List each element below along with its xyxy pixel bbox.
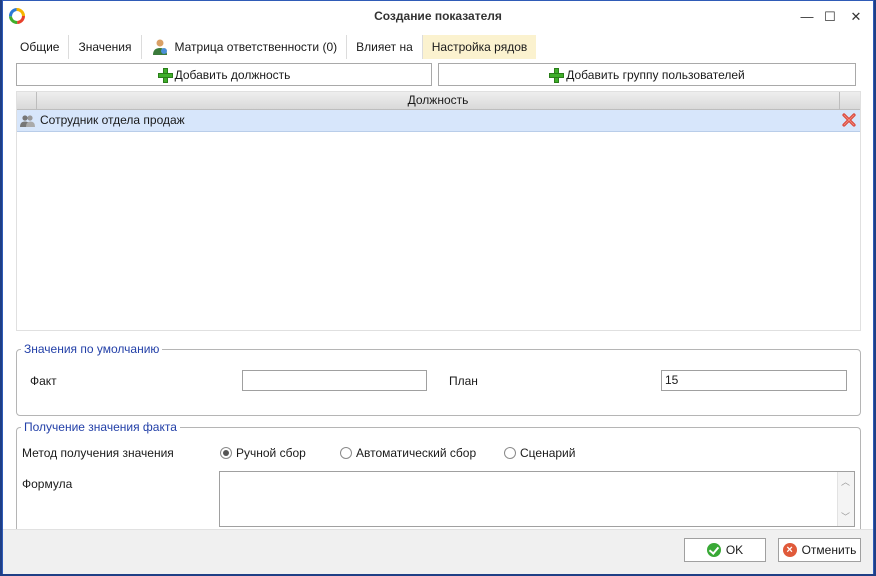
formula-input[interactable]: ︿ ﹀ [219, 471, 855, 527]
scroll-down-icon[interactable]: ﹀ [841, 510, 850, 523]
tab-label: Общие [20, 40, 60, 54]
grid-header: Должность [17, 92, 860, 110]
scroll-up-icon[interactable]: ︿ [841, 475, 850, 488]
tab-affects[interactable]: Влияет на [347, 35, 423, 59]
table-row[interactable]: Сотрудник отдела продаж [17, 110, 860, 132]
tab-general[interactable]: Общие [11, 35, 70, 59]
radio-indicator [220, 447, 232, 459]
button-label: Отменить [801, 543, 857, 557]
title-bar: Создание показателя — ☐ ✕ [3, 1, 873, 33]
radio-label: Сценарий [520, 446, 576, 460]
dialog-footer: OK × Отменить [3, 529, 873, 574]
delete-icon[interactable] [841, 112, 857, 128]
minimize-button[interactable]: — [797, 8, 817, 26]
add-position-button[interactable]: Добавить должность [16, 63, 432, 86]
formula-scrollbar[interactable]: ︿ ﹀ [837, 472, 854, 526]
group-legend: Получение значения факта [21, 420, 180, 434]
grid-toolbar: Добавить должность Добавить группу польз… [16, 63, 861, 87]
maximize-button[interactable]: ☐ [820, 8, 840, 26]
tab-values[interactable]: Значения [69, 35, 142, 59]
button-label: Добавить группу пользователей [566, 67, 745, 82]
cancel-icon: × [782, 543, 797, 557]
group-icon [20, 115, 35, 127]
radio-automatic[interactable]: Автоматический сбор [340, 446, 476, 460]
add-user-group-button[interactable]: Добавить группу пользователей [438, 63, 856, 86]
radio-label: Автоматический сбор [356, 446, 477, 460]
grid-header-actions [839, 92, 860, 109]
grid-header-indicator [17, 92, 37, 109]
fact-label: Факт [30, 374, 57, 388]
fact-input[interactable] [242, 370, 427, 391]
close-button[interactable]: ✕ [846, 8, 866, 26]
cancel-button[interactable]: × Отменить [778, 538, 861, 562]
tab-label: Значения [78, 40, 132, 54]
method-label: Метод получения значения [22, 446, 174, 460]
radio-label: Ручной сбор [236, 446, 306, 460]
column-header-position[interactable]: Должность [37, 92, 839, 109]
tab-strip: Общие Значения Матрица ответственности (… [11, 35, 537, 59]
plan-label: План [449, 374, 478, 388]
plus-icon [549, 67, 565, 83]
tab-label: Матрица ответственности (0) [174, 40, 338, 54]
dialog-window: Создание показателя — ☐ ✕ Общие Значения… [2, 0, 874, 574]
fact-source-group: Получение значения факта Метод получения… [16, 420, 861, 533]
tab-responsibility-matrix[interactable]: Матрица ответственности (0) [142, 35, 348, 59]
tab-label: Настройка рядов [431, 40, 528, 54]
button-label: OK [725, 543, 744, 557]
radio-indicator [504, 447, 516, 459]
radio-script[interactable]: Сценарий [504, 446, 575, 460]
plus-icon [157, 67, 173, 83]
ok-button[interactable]: OK [684, 538, 766, 562]
tab-label: Влияет на [356, 40, 413, 54]
users-icon [152, 39, 167, 55]
radio-indicator [340, 447, 352, 459]
row-label: Сотрудник отдела продаж [40, 113, 185, 127]
tab-series-settings[interactable]: Настройка рядов [422, 35, 537, 59]
group-legend: Значения по умолчанию [21, 342, 163, 356]
window-title: Создание показателя [374, 9, 502, 23]
radio-manual[interactable]: Ручной сбор [220, 446, 306, 460]
default-values-group: Значения по умолчанию Факт План 15 [16, 342, 861, 416]
plan-input[interactable]: 15 [661, 370, 847, 391]
positions-grid: Должность Сотрудник отдела продаж [16, 91, 861, 331]
button-label: Добавить должность [174, 67, 291, 82]
check-icon [706, 543, 721, 557]
formula-label: Формула [22, 477, 73, 491]
